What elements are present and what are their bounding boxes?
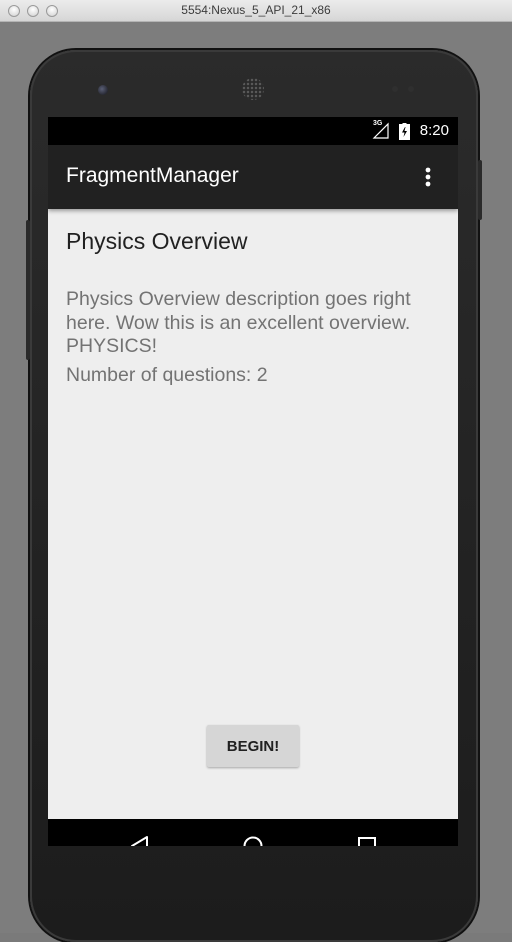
volume-button[interactable] <box>26 220 30 360</box>
navigation-bar <box>48 819 458 846</box>
speaker-grille <box>242 78 264 100</box>
network-type-label: 3G <box>373 120 383 127</box>
phone-screen: 3G 8:20 FragmentManager Physics Overview… <box>48 117 458 846</box>
app-title: FragmentManager <box>66 164 239 187</box>
more-vert-icon[interactable] <box>416 165 440 189</box>
app-bar: FragmentManager <box>48 145 458 209</box>
back-icon[interactable] <box>128 834 152 846</box>
battery-icon <box>399 123 410 140</box>
status-time: 8:20 <box>419 122 449 139</box>
page-title: Physics Overview <box>66 228 248 254</box>
camera-icon <box>98 85 108 95</box>
status-bar: 3G 8:20 <box>48 117 458 145</box>
window-title: 5554:Nexus_5_API_21_x86 <box>181 3 331 17</box>
window-titlebar: 5554:Nexus_5_API_21_x86 <box>0 0 512 22</box>
power-button[interactable] <box>478 160 482 220</box>
overview-description: Physics Overview description goes right … <box>66 288 411 357</box>
signal-icon: 3G <box>372 120 390 140</box>
fragment-content: Physics Overview Physics Overview descri… <box>48 209 458 819</box>
light-sensor <box>408 86 414 92</box>
phone-device: 3G 8:20 FragmentManager Physics Overview… <box>26 50 482 942</box>
home-icon[interactable] <box>241 834 265 846</box>
proximity-sensor <box>392 86 398 92</box>
recents-icon[interactable] <box>355 834 379 846</box>
begin-button[interactable]: BEGIN! <box>207 725 299 767</box>
emulator-window: 3G 8:20 FragmentManager Physics Overview… <box>0 22 512 942</box>
question-count: Number of questions: 2 <box>66 364 268 386</box>
